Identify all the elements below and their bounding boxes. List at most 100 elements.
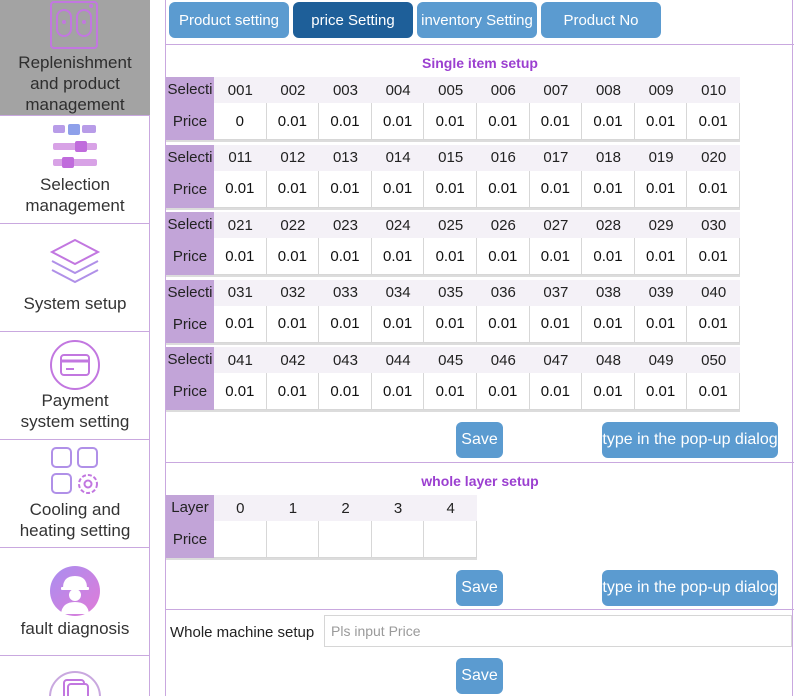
tab-product-setting[interactable]: Product setting [169,2,289,38]
selection-number-cell: 3 [371,495,425,521]
price-cell[interactable]: 0.01 [529,238,583,275]
price-cell[interactable] [424,521,477,558]
price-cell[interactable]: 0.01 [266,238,320,275]
price-cell[interactable]: 0.01 [687,373,740,410]
price-cell[interactable]: 0.01 [477,373,530,410]
whole-layer-save-button[interactable]: Save [456,570,503,606]
sidebar-item-cooling-heating[interactable]: Cooling and heating setting [0,440,150,548]
price-cell[interactable]: 0.01 [687,238,740,275]
price-cell[interactable]: 0.01 [477,305,530,343]
sidebar-item-selection-management[interactable]: Selection management [0,116,150,224]
divider [166,44,794,45]
selection-number-cell: 002 [266,77,320,103]
price-cell[interactable]: 0 [214,103,267,140]
whole-layer-popup-button[interactable]: type in the pop-up dialog [602,570,778,606]
price-cell[interactable]: 0.01 [266,373,320,410]
price-cell[interactable]: 0.01 [424,238,477,275]
price-cell[interactable]: 0.01 [424,373,477,410]
price-cell[interactable]: 0.01 [214,373,267,410]
sidebar-item-label: System setup [23,294,127,313]
sidebar-item-fault-diagnosis[interactable]: fault diagnosis [0,548,150,656]
selection-number-cell: 004 [371,77,425,103]
selection-number-cell: 011 [214,144,267,171]
single-item-popup-button[interactable]: type in the pop-up dialog [602,422,778,458]
price-cell[interactable]: 0.01 [582,103,635,140]
selection-number-cell: 043 [319,347,372,373]
price-cell[interactable]: 0.01 [371,103,425,140]
price-cell[interactable]: 0.01 [424,170,477,208]
price-cell[interactable]: 0.01 [634,305,688,343]
price-cell[interactable] [319,521,372,558]
sidebar-item-replenishment[interactable]: Replenishment and product management [0,0,150,116]
price-cell[interactable]: 0.01 [319,170,372,208]
price-cell[interactable]: 0.01 [634,103,688,140]
selection-number-cell: 010 [687,77,740,103]
price-cell[interactable]: 0.01 [582,238,635,275]
price-cell[interactable] [371,521,425,558]
price-cell[interactable]: 0.01 [319,103,372,140]
sidebar-item-label: management [25,95,125,114]
price-cell[interactable]: 0.01 [424,305,477,343]
tab-inventory-setting[interactable]: inventory Setting [417,2,537,38]
sidebar-item-more[interactable] [0,656,150,696]
price-cell[interactable]: 0.01 [529,170,583,208]
sidebar-item-label: management [25,196,125,215]
price-cell[interactable]: 0.01 [529,103,583,140]
price-cell[interactable]: 0.01 [477,103,530,140]
sidebar-item-label: heating setting [19,521,131,540]
selection-number-cell: 050 [687,347,740,373]
selection-number-cell: 012 [266,144,320,171]
price-cell[interactable]: 0.01 [214,170,267,208]
price-cell[interactable]: 0.01 [371,373,425,410]
selection-number-cell: 018 [582,144,635,171]
sliders-icon [53,124,97,168]
price-cell[interactable]: 0.01 [266,170,320,208]
price-cell[interactable] [214,521,267,558]
price-cell[interactable] [266,521,320,558]
grid-gear-icon [51,447,98,494]
price-cell[interactable]: 0.01 [687,103,740,140]
price-cell[interactable]: 0.01 [371,238,425,275]
selection-number-cell: 019 [634,144,688,171]
price-cell[interactable]: 0.01 [371,305,425,343]
price-cell[interactable]: 0.01 [687,170,740,208]
sidebar-item-payment-system[interactable]: Payment system setting [0,332,150,440]
selection-number-cell: 035 [424,279,477,306]
tab-price-setting[interactable]: price Setting [293,2,413,38]
selection-number-cell: 044 [371,347,425,373]
tab-product-no[interactable]: Product No [541,2,661,38]
price-cell[interactable]: 0.01 [266,103,320,140]
price-cell[interactable]: 0.01 [319,238,372,275]
price-cell[interactable]: 0.01 [319,305,372,343]
row-label-price: Price [166,103,214,140]
price-cell[interactable]: 0.01 [424,103,477,140]
price-cell[interactable]: 0.01 [214,305,267,343]
sidebar-item-system-setup[interactable]: System setup [0,224,150,332]
price-cell[interactable]: 0.01 [477,170,530,208]
price-cell[interactable]: 0.01 [687,305,740,343]
price-cell[interactable]: 0.01 [529,373,583,410]
price-cell[interactable]: 0.01 [371,170,425,208]
selection-number-cell: 041 [214,347,267,373]
price-cell[interactable]: 0.01 [266,305,320,343]
whole-machine-save-button[interactable]: Save [456,658,503,694]
selection-number-cell: 014 [371,144,425,171]
price-cell[interactable]: 0.01 [634,170,688,208]
price-cell[interactable]: 0.01 [477,238,530,275]
price-cell[interactable]: 0.01 [214,238,267,275]
price-cell[interactable]: 0.01 [529,305,583,343]
sidebar-item-label: Payment [41,391,109,410]
price-cell[interactable]: 0.01 [319,373,372,410]
selection-number-cell: 046 [477,347,530,373]
row-label-price: Price [166,305,214,343]
price-cell[interactable]: 0.01 [634,373,688,410]
selection-number-cell: 025 [424,212,477,238]
price-cell[interactable]: 0.01 [582,170,635,208]
selection-number-cell: 024 [371,212,425,238]
selection-number-cell: 029 [634,212,688,238]
price-cell[interactable]: 0.01 [582,305,635,343]
price-cell[interactable]: 0.01 [582,373,635,410]
price-cell[interactable]: 0.01 [634,238,688,275]
single-item-save-button[interactable]: Save [456,422,503,458]
whole-machine-price-input[interactable] [324,615,792,647]
